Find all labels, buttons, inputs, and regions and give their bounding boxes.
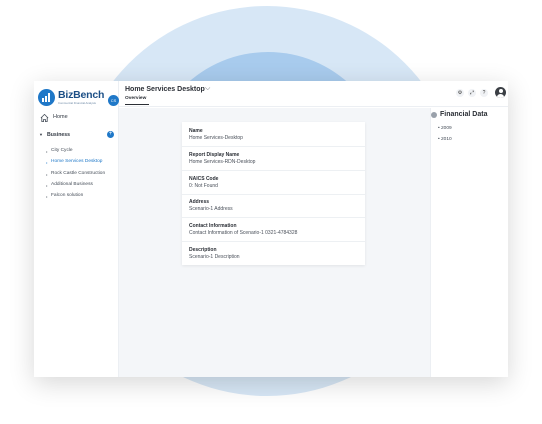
field-label: Name [189,128,203,134]
divider [182,241,365,242]
tab-active-indicator [125,104,149,105]
bullet-icon: • [46,160,48,166]
year-label: 2009 [441,126,452,131]
top-header: Home Services Desktop ⌵ Overview ⚙ ⤢ ? [119,81,508,107]
home-icon [40,113,49,123]
sidebar-item-additional-business[interactable]: • Additional Business [46,182,118,193]
sidebar: BizBench Commercial Financial Analysis C… [34,81,119,377]
sidebar-item-label: Falcon solution [51,193,84,199]
field-label: Report Display Name [189,152,240,158]
field-value: Contact Information of Scenario-1 0321-4… [189,230,298,236]
sidebar-item-label: Additional Business [51,181,93,187]
divider [182,217,365,218]
sidebar-section-label: Business [47,132,71,138]
financial-data-icon [431,112,437,118]
field-name: Name Home Services-Desktop [189,128,359,141]
app-window: BizBench Commercial Financial Analysis C… [34,81,508,377]
sidebar-section-business[interactable]: ▼ Business + [39,131,117,141]
field-address: Address Scenario-1 Address [189,199,359,212]
sidebar-item-home-services-desktop[interactable]: • Home Services Desktop [46,159,118,170]
gear-icon[interactable]: ⚙ [456,89,464,97]
business-list: • City Cycle • Home Services Desktop • R… [46,148,118,204]
field-label: NAICS Code [189,176,219,182]
bizbench-logo-icon [38,89,55,106]
caret-down-icon[interactable]: ▼ [39,132,43,137]
logo-text: BizBench [58,89,105,101]
logo[interactable]: BizBench Commercial Financial Analysis C… [38,87,119,107]
tab-overview[interactable]: Overview [125,96,146,101]
logo-tagline: Commercial Financial Analysis [58,101,96,105]
add-business-button[interactable]: + [107,131,114,138]
field-value: Home Services-RDN-Desktop [189,159,256,165]
field-value: 0: Not Found [189,183,218,189]
field-label: Contact Information [189,223,237,229]
year-label: 2010 [441,137,452,142]
bullet-icon: • [46,171,48,177]
field-report-display-name: Report Display Name Home Services-RDN-De… [189,152,359,165]
bullet-icon: • [46,149,48,154]
company-badge[interactable]: CS [108,95,119,106]
panel-title: Financial Data [440,111,488,118]
sidebar-item-home[interactable]: Home [40,113,116,125]
expand-icon[interactable]: ⤢ [468,89,476,97]
main-content: Name Home Services-Desktop Report Displa… [119,108,430,377]
sidebar-item-label: Rock Castle Construction [51,170,106,176]
sidebar-item-label: Home [53,114,68,120]
field-label: Description [189,247,217,253]
bullet-icon: • [46,182,48,188]
divider [182,170,365,171]
field-value: Scenario-1 Address [189,206,233,212]
financial-data-panel: Financial Data • 2009 • 2010 [430,108,508,377]
bullet-icon: • [46,194,48,200]
year-item-2009[interactable]: • 2009 [438,126,452,131]
sidebar-item-label: Home Services Desktop [51,159,103,165]
business-details-card: Name Home Services-Desktop Report Displa… [182,122,365,265]
page-title[interactable]: Home Services Desktop [125,86,205,93]
field-label: Address [189,199,210,205]
divider [182,146,365,147]
field-value: Scenario-1 Description [189,254,240,260]
field-naics-code: NAICS Code 0: Not Found [189,176,359,189]
sidebar-item-city-cycle[interactable]: • City Cycle [46,148,118,159]
sidebar-item-label: City Cycle [51,148,73,153]
year-item-2010[interactable]: • 2010 [438,137,452,142]
user-avatar[interactable] [495,87,506,98]
field-contact-information: Contact Information Contact Information … [189,223,359,236]
field-description: Description Scenario-1 Description [189,247,359,260]
help-icon[interactable]: ? [480,89,488,97]
divider [182,194,365,195]
sidebar-item-falcon-solution[interactable]: • Falcon solution [46,193,118,204]
chevron-down-icon[interactable]: ⌵ [205,85,210,93]
field-value: Home Services-Desktop [189,135,243,141]
sidebar-item-rock-castle-construction[interactable]: • Rock Castle Construction [46,171,118,182]
